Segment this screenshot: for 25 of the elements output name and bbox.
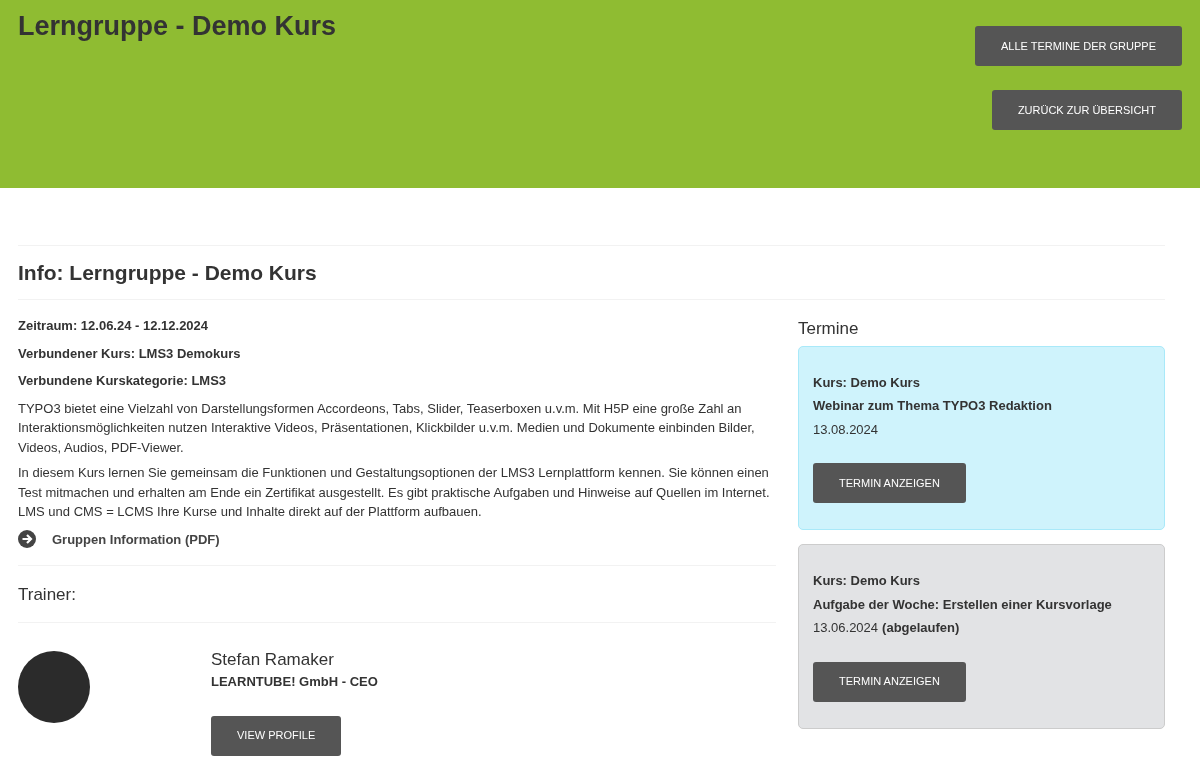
meta-line: Verbundene Kurskategorie: LMS3 [18, 372, 228, 391]
header-button[interactable]: ZURÜCK ZUR ÜBERSICHT [991, 90, 1182, 130]
meta-line: Verbundener Kurs: LMS3 Demokurs [18, 344, 242, 363]
event-course: Kurs: Demo Kurs [813, 572, 921, 591]
event-title: Aufgabe der Woche: Erstellen einer Kursvorlage [813, 595, 1113, 614]
meta-line: Zeitraum: 12.06.24 - 12.12.2024 [18, 317, 210, 336]
event-button[interactable]: TERMIN ANZEIGEN [813, 463, 966, 504]
event-date: 13.06.2024 [813, 619, 879, 638]
event-course: Kurs: Demo Kurs [813, 373, 921, 392]
description-paragraph: TYPO3 bietet eine Vielzahl von Darstellungsformen Accordeons, Tabs, Slider, Teaserboxen u.v.m. Mit H5P eine große Zahl an Interaktionsmöglichkeiten nutzen Interaktive Videos, Präsentationen, Klickbilder u.v.m. Medien und Dokumente einbinden Bilder, Videos, Audios, PDF-Viewer. [18, 399, 756, 457]
event-date: 13.08.2024 [813, 420, 880, 439]
trainer-heading: Trainer: [18, 584, 77, 607]
sidebar-heading: Termine [798, 318, 860, 341]
trainer-role: LEARNTUBE! GmbH - CEO [211, 673, 378, 692]
arrow-circle-icon [18, 530, 36, 549]
trainer-name: Stefan Ramaker [211, 648, 335, 671]
event-title: Webinar zum Thema TYPO3 Redaktion [813, 397, 1053, 416]
page-title: Lerngruppe - Demo Kurs [18, 10, 337, 43]
event-button[interactable]: TERMIN ANZEIGEN [813, 661, 966, 702]
header-button[interactable]: ALLE TERMINE DER GRUPPE [974, 26, 1182, 66]
pdf-link[interactable]: Gruppen Information (PDF) [52, 529, 220, 550]
expired-label: (abgelaufen) [882, 619, 960, 638]
section-heading: Info: Lerngruppe - Demo Kurs [18, 260, 318, 286]
profile-button[interactable]: VIEW PROFILE [211, 715, 342, 756]
description-paragraph: In diesem Kurs lernen Sie gemeinsam die Funktionen und Gestaltungsoptionen der LMS3 Lernplattform kennen. Sie können einen Test mitmachen und erhalten am Ende ein Zertifikat ausgestellt. Es gibt praktische Aufgaben und Hinweise auf Quellen im Internet. LMS und CMS = LCMS Ihre Kurse und Inhalte direkt auf der Plattform aufbauen. [18, 464, 771, 522]
